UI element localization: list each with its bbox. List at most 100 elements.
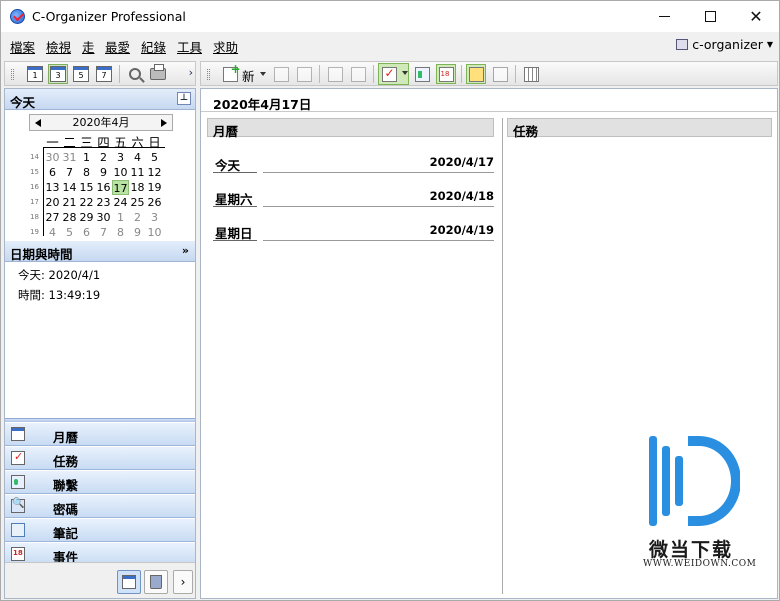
calendar-day[interactable]: 5 xyxy=(61,225,78,240)
calendar-day[interactable]: 16 xyxy=(95,180,112,195)
calendar-day[interactable]: 30 xyxy=(95,210,112,225)
nav-splitter[interactable] xyxy=(5,418,195,422)
calendar-day[interactable]: 2 xyxy=(129,210,146,225)
toolbar-overflow-icon[interactable]: › xyxy=(189,66,193,79)
calendar-day[interactable]: 10 xyxy=(146,225,163,240)
calendar-day[interactable]: 24 xyxy=(112,195,129,210)
calendar-day[interactable]: 7 xyxy=(95,225,112,240)
menu-help[interactable]: 求助 xyxy=(213,37,238,56)
profile-selector[interactable]: c-organizer ▼ xyxy=(676,37,773,52)
week-number[interactable]: 18 xyxy=(25,213,39,221)
day-row[interactable]: 星期六 2020/4/18 xyxy=(213,187,494,207)
calendar-day[interactable]: 18 xyxy=(129,180,146,195)
calendar-day[interactable]: 9 xyxy=(95,165,112,180)
column-divider[interactable] xyxy=(502,118,503,594)
calendar-day[interactable]: 6 xyxy=(44,165,61,180)
menu-file[interactable]: 檔案 xyxy=(10,37,35,56)
next-month-icon[interactable] xyxy=(161,119,167,127)
view-3day-button[interactable]: 3 xyxy=(48,64,68,84)
close-button[interactable]: ✕ xyxy=(733,1,779,32)
calendar-day[interactable]: 4 xyxy=(44,225,61,240)
nav-notes[interactable]: 筆記 xyxy=(5,519,195,542)
calendar-day[interactable]: 12 xyxy=(146,165,163,180)
collapse-icon[interactable]: » xyxy=(182,244,189,257)
calendar-day[interactable]: 23 xyxy=(95,195,112,210)
menu-favorites[interactable]: 最愛 xyxy=(105,37,130,56)
calendar-day[interactable]: 21 xyxy=(61,195,78,210)
day-row[interactable]: 星期日 2020/4/19 xyxy=(213,221,494,241)
calendar-day[interactable]: 20 xyxy=(44,195,61,210)
maximize-button[interactable] xyxy=(687,1,733,32)
print-button[interactable] xyxy=(148,64,168,84)
new-item-button[interactable] xyxy=(220,62,241,84)
properties-button[interactable] xyxy=(490,64,510,84)
nav-contacts[interactable]: 聯繫 xyxy=(5,471,195,494)
calendar-day[interactable]: 14 xyxy=(61,180,78,195)
pin-icon[interactable]: ⊥ xyxy=(177,92,191,105)
week-number[interactable]: 15 xyxy=(25,168,39,176)
view-5day-button[interactable]: 5 xyxy=(71,64,91,84)
calendar-day[interactable]: 4 xyxy=(129,150,146,165)
columns-button[interactable] xyxy=(521,64,541,84)
show-events-button[interactable] xyxy=(436,64,456,84)
view-week-button[interactable]: 7 xyxy=(94,64,114,84)
calendar-day[interactable]: 11 xyxy=(129,165,146,180)
nav-expand-button[interactable]: › xyxy=(173,570,193,594)
calendar-day[interactable]: 17 xyxy=(112,180,129,195)
month-label[interactable]: 2020年4月 xyxy=(73,116,130,129)
calendar-day[interactable]: 9 xyxy=(129,225,146,240)
week-number[interactable]: 16 xyxy=(25,183,39,191)
calendar-day[interactable]: 29 xyxy=(78,210,95,225)
calendar-day[interactable]: 13 xyxy=(44,180,61,195)
calendar-day[interactable]: 30 xyxy=(44,150,61,165)
calendar-day[interactable]: 3 xyxy=(112,150,129,165)
minimize-button[interactable] xyxy=(641,1,687,32)
delete-button[interactable] xyxy=(294,64,314,84)
menu-tools[interactable]: 工具 xyxy=(177,37,202,56)
calendar-day[interactable]: 6 xyxy=(78,225,95,240)
calendar-day[interactable]: 28 xyxy=(61,210,78,225)
toolbar-grip[interactable] xyxy=(11,69,14,80)
calendar-day[interactable]: 1 xyxy=(112,210,129,225)
calendar-day[interactable]: 8 xyxy=(78,165,95,180)
day-row[interactable]: 今天 2020/4/17 xyxy=(213,153,494,173)
prev-month-icon[interactable] xyxy=(35,119,41,127)
copy-button[interactable] xyxy=(325,64,345,84)
recycle-bin-button[interactable] xyxy=(144,570,168,594)
calendar-day[interactable]: 8 xyxy=(112,225,129,240)
calendar-day[interactable]: 31 xyxy=(61,150,78,165)
toolbar-grip[interactable] xyxy=(207,69,210,80)
calendar-day[interactable]: 27 xyxy=(44,210,61,225)
calendar-day[interactable]: 7 xyxy=(61,165,78,180)
nav-calendar[interactable]: 月曆 xyxy=(5,423,195,446)
edit-button[interactable] xyxy=(271,64,291,84)
task-dropdown-icon[interactable] xyxy=(402,71,408,75)
calendar-day[interactable]: 1 xyxy=(78,150,95,165)
calendar-day[interactable]: 2 xyxy=(95,150,112,165)
week-number[interactable]: 14 xyxy=(25,153,39,161)
show-tasks-button[interactable] xyxy=(379,64,399,84)
calendar-day[interactable]: 25 xyxy=(129,195,146,210)
find-button[interactable] xyxy=(125,64,145,84)
view-day-button[interactable]: 1 xyxy=(25,64,45,84)
calendar-day[interactable]: 3 xyxy=(146,210,163,225)
menu-view[interactable]: 檢視 xyxy=(46,37,71,56)
calendar-day[interactable]: 5 xyxy=(146,150,163,165)
new-label[interactable]: 新 xyxy=(242,66,255,85)
calendar-day[interactable]: 10 xyxy=(112,165,129,180)
calendar-day[interactable]: 22 xyxy=(78,195,95,210)
show-contacts-button[interactable] xyxy=(412,64,432,84)
highlight-button[interactable] xyxy=(466,64,486,84)
nav-passwords[interactable]: 密碼 xyxy=(5,495,195,518)
menu-records[interactable]: 紀錄 xyxy=(141,37,166,56)
nav-tasks[interactable]: 任務 xyxy=(5,447,195,470)
week-number[interactable]: 17 xyxy=(25,198,39,206)
calendar-day[interactable]: 19 xyxy=(146,180,163,195)
paste-button[interactable] xyxy=(348,64,368,84)
calendar-day[interactable]: 15 xyxy=(78,180,95,195)
menu-go[interactable]: 走 xyxy=(82,37,95,56)
calendar-shortcut-button[interactable] xyxy=(117,570,141,594)
new-dropdown-icon[interactable] xyxy=(260,72,266,76)
calendar-day[interactable]: 26 xyxy=(146,195,163,210)
week-number[interactable]: 19 xyxy=(25,228,39,236)
